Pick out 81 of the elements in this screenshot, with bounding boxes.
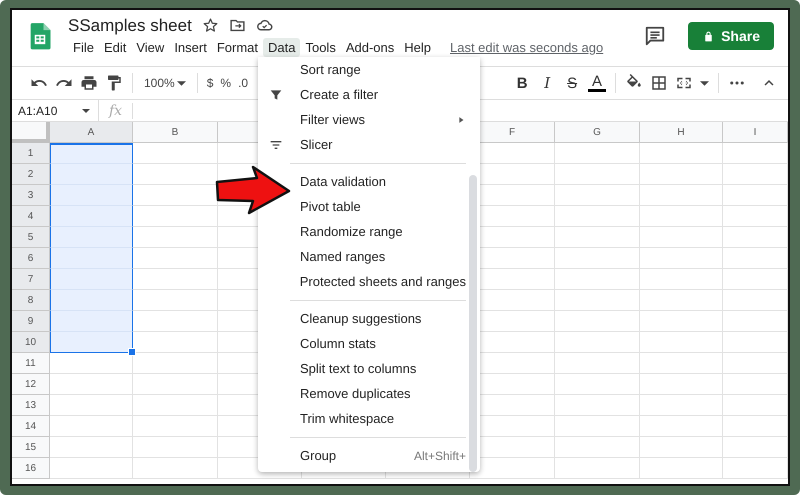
- row-header[interactable]: 7: [12, 269, 50, 290]
- paint-roller-icon[interactable]: [105, 74, 123, 92]
- menu-item[interactable]: Help: [399, 38, 436, 56]
- text-format-button[interactable]: I: [538, 74, 556, 92]
- number-format-button[interactable]: .0: [238, 76, 248, 90]
- row-header[interactable]: 2: [12, 164, 50, 185]
- zoom-dropdown[interactable]: 100%: [142, 76, 188, 90]
- row-header[interactable]: 5: [12, 227, 50, 248]
- grid-cell[interactable]: [50, 185, 133, 206]
- grid-cell[interactable]: [50, 227, 133, 248]
- menu-item[interactable]: View: [131, 38, 170, 56]
- row-header[interactable]: 8: [12, 290, 50, 311]
- menu-item[interactable]: Edit: [98, 38, 132, 56]
- scrollbar[interactable]: [469, 175, 477, 472]
- menu-item[interactable]: Tools: [300, 38, 341, 56]
- row-header[interactable]: 1: [12, 143, 50, 164]
- row-header[interactable]: 9: [12, 311, 50, 332]
- number-format-button[interactable]: %: [220, 76, 232, 90]
- row-header[interactable]: 3: [12, 185, 50, 206]
- menu-option[interactable]: Remove duplicates: [300, 386, 411, 401]
- print-icon[interactable]: [80, 74, 98, 92]
- menu-item[interactable]: Data: [263, 38, 300, 56]
- borders-icon[interactable]: [650, 74, 668, 92]
- menu-option[interactable]: Pivot table: [300, 199, 361, 214]
- menu-option[interactable]: Split text to columns: [300, 361, 416, 376]
- menu-option[interactable]: Slicer: [300, 137, 333, 152]
- shortcut-text: Alt+Shift+: [414, 448, 466, 462]
- folder-icon[interactable]: [228, 17, 246, 34]
- column-header[interactable]: A: [50, 122, 133, 143]
- grid-cell[interactable]: [50, 206, 133, 227]
- caret-icon: [176, 80, 186, 86]
- menu-option[interactable]: Data validation: [300, 174, 386, 189]
- comment-icon[interactable]: [644, 25, 666, 47]
- caret-icon[interactable]: [700, 80, 709, 86]
- menu-item[interactable]: Insert: [169, 38, 212, 56]
- grid-cell[interactable]: [50, 164, 133, 185]
- grid-cell[interactable]: [50, 311, 133, 332]
- grid-cell[interactable]: [50, 248, 133, 269]
- menu-option[interactable]: Group: [300, 448, 336, 463]
- share-button[interactable]: Share: [688, 22, 774, 50]
- column-header[interactable]: I: [723, 122, 788, 143]
- row-header[interactable]: 12: [12, 374, 50, 395]
- menu-option[interactable]: Randomize range: [300, 224, 403, 239]
- menu-item[interactable]: Format: [212, 38, 263, 56]
- name-box[interactable]: A1:A10: [18, 100, 99, 121]
- menu-option[interactable]: Sort range: [300, 62, 361, 77]
- grid-cell[interactable]: [50, 269, 133, 290]
- number-format-button[interactable]: $: [206, 76, 214, 90]
- row-header[interactable]: 16: [12, 458, 50, 479]
- text-format-button[interactable]: S: [563, 74, 582, 92]
- grid-cell[interactable]: [50, 332, 133, 353]
- text-format-button[interactable]: B: [513, 74, 532, 92]
- grid-cell[interactable]: [50, 290, 133, 311]
- row-header[interactable]: 14: [12, 416, 50, 437]
- row-header[interactable]: 13: [12, 395, 50, 416]
- last-edit-link[interactable]: Last edit was seconds ago: [450, 40, 604, 54]
- menu-option[interactable]: Create a filter: [300, 87, 378, 102]
- function-label: fx: [99, 102, 134, 118]
- row-header[interactable]: 11: [12, 353, 50, 374]
- row-header[interactable]: 15: [12, 437, 50, 458]
- menu-option[interactable]: Cleanup suggestions: [300, 311, 422, 326]
- text-format-button[interactable]: A: [588, 74, 606, 92]
- fill-handle[interactable]: [128, 348, 136, 356]
- grid-cell[interactable]: [50, 143, 133, 164]
- document-title[interactable]: SSamples sheet: [68, 16, 192, 36]
- menu-option[interactable]: Column stats: [300, 336, 376, 351]
- column-header[interactable]: B: [133, 122, 218, 143]
- column-header[interactable]: G: [555, 122, 640, 143]
- menu-option[interactable]: Named ranges: [300, 249, 386, 264]
- menu-item[interactable]: Add-ons: [340, 38, 400, 56]
- menu-option[interactable]: Filter views: [300, 112, 366, 127]
- caret-icon: [82, 108, 90, 112]
- row-header[interactable]: 10: [12, 332, 50, 353]
- star-icon[interactable]: [202, 17, 219, 34]
- column-header[interactable]: H: [640, 122, 723, 143]
- corner-header[interactable]: [12, 122, 50, 143]
- row-header[interactable]: 4: [12, 206, 50, 227]
- menu-item[interactable]: File: [68, 38, 99, 56]
- row-header[interactable]: 6: [12, 248, 50, 269]
- menu-option[interactable]: Trim whitespace: [300, 411, 394, 426]
- menu-option[interactable]: Protected sheets and ranges: [300, 274, 466, 289]
